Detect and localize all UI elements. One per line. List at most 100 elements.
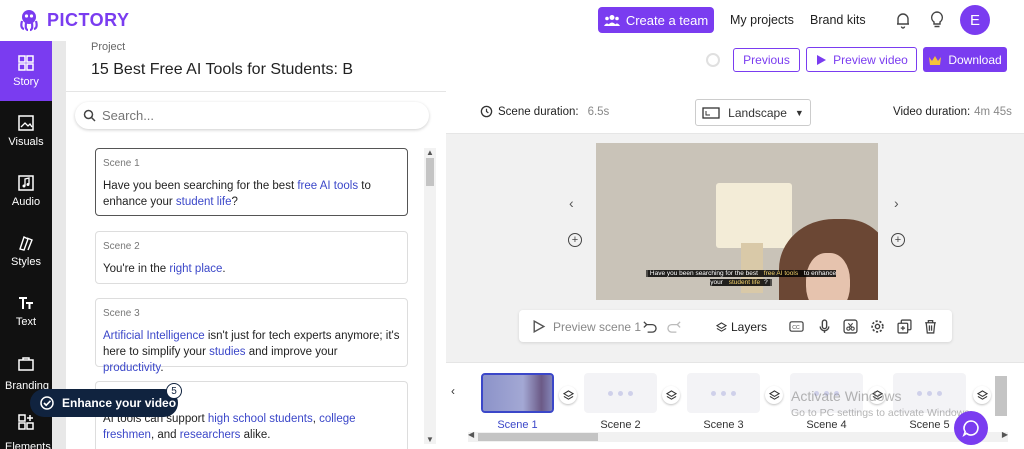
top-bar: PICTORY Create a team My projects Brand … [0, 0, 1024, 41]
elements-icon [18, 414, 34, 430]
orientation-value: Landscape [728, 105, 787, 120]
scene-label: Scene 1 [103, 158, 140, 169]
svg-text:CC: CC [792, 325, 800, 331]
scroll-down-arrow[interactable]: ▼ [424, 435, 436, 444]
layers-label: Layers [731, 320, 768, 334]
bell-icon[interactable] [894, 11, 912, 29]
timeline-scene-label[interactable]: Scene 1 [481, 419, 554, 431]
brand-kits-link[interactable]: Brand kits [810, 13, 866, 27]
scene-card-3[interactable]: Scene 3 Artificial Intelligence isn't ju… [95, 298, 408, 374]
logo[interactable]: PICTORY [17, 8, 130, 32]
timeline-scene-label[interactable]: Scene 3 [687, 419, 760, 431]
orientation-select[interactable]: Landscape ▼ [695, 99, 811, 126]
scroll-thumb[interactable] [426, 158, 434, 186]
rail-item-story[interactable]: Story [0, 41, 52, 101]
video-duration-value: 4m 45s [974, 106, 1012, 118]
music-icon [18, 175, 34, 191]
timeline-scene-1-thumbnail[interactable] [481, 373, 554, 413]
rail-label: Audio [11, 196, 41, 208]
trash-icon[interactable] [923, 319, 938, 339]
video-preview[interactable]: Have you been searching for the best fre… [596, 143, 878, 300]
scene-card-2[interactable]: Scene 2 You're in the right place. [95, 231, 408, 284]
clock-icon [480, 105, 493, 118]
timeline-scrollbar[interactable]: ◀ ▶ [468, 430, 1008, 442]
text-icon [19, 297, 33, 309]
rail-item-styles[interactable]: Styles [0, 221, 52, 281]
scene-text[interactable]: Have you been searching for the best fre… [103, 178, 400, 210]
timeline-scene-label[interactable]: Scene 2 [584, 419, 657, 431]
add-scene-after-icon[interactable]: + [891, 233, 905, 247]
rail-label: Styles [11, 256, 41, 268]
scene-text[interactable]: You're in the right place. [103, 261, 400, 277]
scene-text[interactable]: Artificial Intelligence isn't just for t… [103, 328, 400, 376]
rail-item-text[interactable]: Text [0, 281, 52, 341]
scene-card-1[interactable]: Scene 1 Have you been searching for the … [95, 148, 408, 216]
rail-item-visuals[interactable]: Visuals [0, 101, 52, 161]
captions-icon[interactable]: CC [789, 319, 804, 339]
landscape-icon [702, 106, 720, 119]
logo-text: PICTORY [47, 9, 130, 30]
preview-scene-label[interactable]: Preview scene 1 [553, 320, 641, 334]
redo-icon[interactable] [667, 319, 682, 339]
rail-label-elements: Elements [5, 441, 51, 449]
download-label: Download [948, 52, 1002, 67]
search-box[interactable] [75, 102, 429, 129]
prev-scene-arrow-icon[interactable]: ‹ [569, 195, 574, 211]
microphone-icon[interactable] [817, 319, 832, 339]
project-title[interactable]: 15 Best Free AI Tools for Students: B [91, 61, 353, 79]
layers-toggle-icon[interactable] [765, 386, 783, 404]
panel-divider [66, 91, 446, 92]
scroll-up-arrow[interactable]: ▲ [424, 148, 436, 157]
scroll-right-arrow[interactable]: ▶ [1002, 430, 1008, 439]
add-scene-before-icon[interactable]: + [568, 233, 582, 247]
project-label: Project [91, 41, 126, 53]
octopus-logo-icon [20, 10, 38, 32]
page-scrollbar[interactable] [995, 376, 1007, 416]
lightbulb-icon[interactable] [929, 11, 945, 29]
next-scene-arrow-icon[interactable]: › [894, 195, 899, 211]
rail-item-audio[interactable]: Audio [0, 161, 52, 221]
activation-watermark-title: Activate Windows [791, 388, 902, 404]
layers-toggle-icon[interactable] [973, 386, 991, 404]
search-input[interactable] [102, 108, 382, 123]
scene-list-scrollbar[interactable]: ▲ ▼ [424, 148, 436, 444]
layers-toggle-icon[interactable] [559, 386, 577, 404]
scene-duration-label: Scene duration: [498, 105, 579, 118]
thumbnail-image [483, 375, 552, 411]
duplicate-icon[interactable] [897, 319, 912, 339]
download-button[interactable]: Download [923, 47, 1007, 72]
enhance-video-button[interactable]: Enhance your video [30, 389, 178, 417]
timeline-scene-2-thumbnail[interactable] [584, 373, 657, 413]
play-icon [817, 54, 827, 65]
loading-spinner-icon [706, 53, 720, 67]
timeline-scene-label[interactable]: Scene 4 [790, 419, 863, 431]
preview-video-button[interactable]: Preview video [806, 47, 917, 72]
video-caption: Have you been searching for the best fre… [641, 269, 841, 287]
my-projects-link[interactable]: My projects [730, 13, 794, 27]
scroll-left-arrow[interactable]: ◀ [468, 430, 474, 439]
timeline-scroll-thumb[interactable] [478, 433, 598, 441]
video-duration: Video duration: 4m 45s [893, 106, 1012, 118]
gear-icon[interactable] [870, 319, 885, 339]
scissors-icon[interactable] [843, 319, 858, 339]
enhance-count-badge: 5 [166, 383, 182, 399]
scene-label: Scene 3 [103, 308, 140, 319]
timeline-left-arrow-icon[interactable]: ‹ [451, 384, 455, 398]
team-icon [603, 15, 620, 26]
avatar[interactable]: E [960, 5, 990, 35]
check-badge-icon [40, 396, 54, 410]
create-team-button[interactable]: Create a team [598, 7, 714, 33]
image-icon [18, 115, 34, 131]
preview-video-label: Preview video [833, 52, 908, 67]
layers-button[interactable]: Layers [716, 320, 767, 334]
activation-watermark-subtitle: Go to PC settings to activate Windows. [791, 407, 973, 419]
layers-toggle-icon[interactable] [662, 386, 680, 404]
panel-scroll-strip[interactable] [52, 41, 66, 449]
previous-button[interactable]: Previous [733, 48, 800, 72]
play-scene-icon[interactable] [531, 319, 546, 339]
undo-icon[interactable] [642, 319, 657, 339]
chat-button[interactable] [954, 411, 988, 445]
timeline-scene-3-thumbnail[interactable] [687, 373, 760, 413]
enhance-label: Enhance your video [62, 396, 177, 410]
briefcase-icon [18, 357, 34, 371]
